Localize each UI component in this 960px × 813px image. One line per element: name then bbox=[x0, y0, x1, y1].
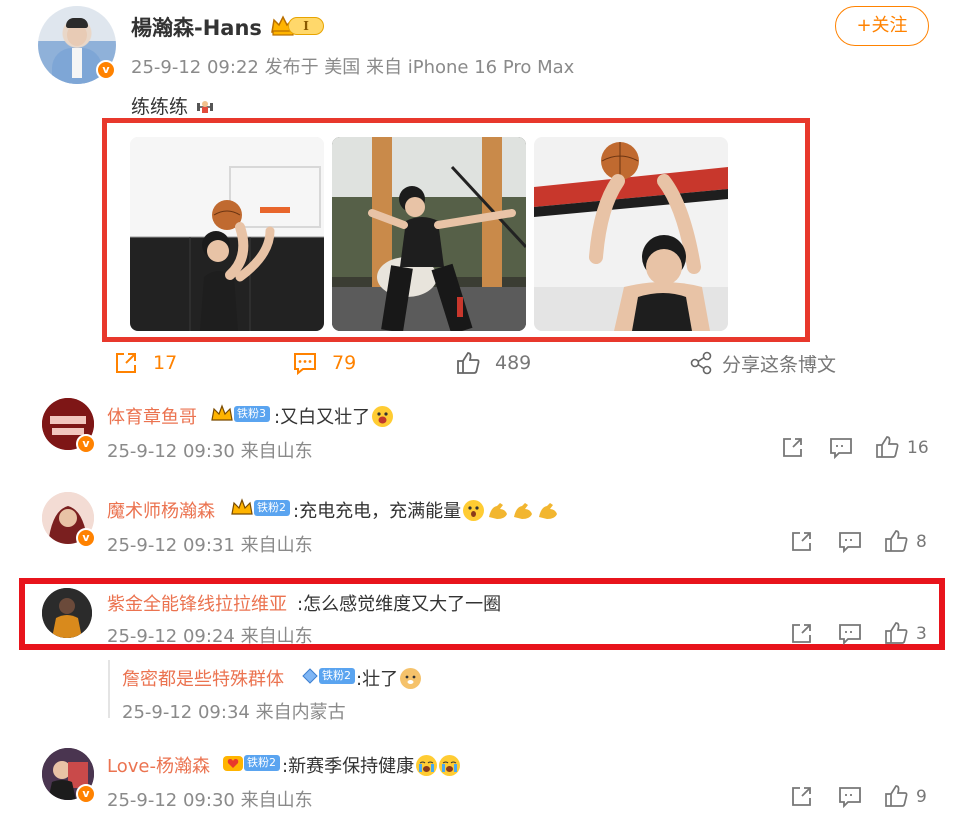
reply-text-content: :壮了 bbox=[356, 669, 399, 690]
avatar-photo-icon bbox=[42, 588, 92, 638]
repost-icon bbox=[116, 353, 136, 373]
thumbs-up-icon[interactable] bbox=[875, 435, 899, 459]
fan-badge: 铁粉2 bbox=[222, 754, 280, 772]
comment-icon bbox=[294, 353, 316, 376]
thumbs-up-icon bbox=[457, 352, 480, 374]
post-text-content: 练练练 bbox=[131, 96, 189, 118]
comment-username[interactable]: Love-杨瀚森 bbox=[107, 752, 210, 778]
love-badge-icon bbox=[223, 756, 243, 771]
comment-text: :充电充电，充满能量 bbox=[293, 497, 559, 523]
flexed-bicep-emoji-icon bbox=[514, 503, 533, 519]
diamond-icon bbox=[302, 668, 318, 684]
fan-level-label: 铁粉3 bbox=[234, 406, 270, 422]
fan-badge: 铁粉2 bbox=[230, 498, 290, 517]
comment-like-count: 16 bbox=[907, 438, 929, 458]
level-number: I bbox=[288, 17, 324, 35]
comment-text: :又白又壮了 bbox=[274, 403, 394, 429]
doge-emoji-icon bbox=[400, 668, 422, 689]
comment-meta: 25-9-12 09:31 来自山东 bbox=[107, 535, 313, 556]
comment-username[interactable]: 紫金全能锋线拉拉维亚 bbox=[107, 590, 287, 616]
flexed-bicep-emoji-icon bbox=[539, 503, 558, 519]
repost-icon[interactable] bbox=[790, 784, 814, 808]
repost-icon[interactable] bbox=[790, 621, 814, 645]
reply-text: :壮了 bbox=[356, 665, 422, 691]
comment-icon[interactable] bbox=[838, 529, 862, 553]
image-gallery bbox=[130, 137, 728, 331]
like-count: 489 bbox=[495, 352, 532, 374]
photo-gym-stretch[interactable] bbox=[332, 137, 526, 331]
repost-button[interactable]: 17 bbox=[113, 348, 177, 378]
comment-text: :怎么感觉维度又大了一圈 bbox=[297, 594, 502, 615]
comment-like-count: 8 bbox=[916, 532, 927, 552]
fan-badge: 铁粉2 bbox=[302, 667, 355, 685]
verified-badge-icon: v bbox=[76, 528, 96, 548]
author-name[interactable]: 楊瀚森-Hans bbox=[131, 12, 262, 42]
comment-like-count: 9 bbox=[916, 787, 927, 807]
comment-meta: 25-9-12 09:30 来自山东 bbox=[107, 790, 313, 811]
verified-badge-icon: v bbox=[76, 784, 96, 804]
crown-icon bbox=[231, 498, 253, 515]
member-level-badge[interactable]: I bbox=[270, 14, 326, 38]
awe-face-emoji-icon bbox=[463, 500, 485, 521]
post-text: 练练练 bbox=[131, 92, 214, 119]
share-button[interactable]: 分享这条博文 bbox=[690, 348, 836, 378]
comment-icon[interactable] bbox=[829, 435, 853, 459]
dumbbell-emoji-icon bbox=[197, 101, 214, 113]
verified-badge-icon: v bbox=[76, 434, 96, 454]
crying-face-emoji-icon bbox=[439, 755, 461, 776]
crown-icon bbox=[211, 404, 233, 421]
photo-ball-overhead[interactable] bbox=[534, 137, 728, 331]
share-label: 分享这条博文 bbox=[722, 353, 837, 376]
photo-shooting-practice[interactable] bbox=[130, 137, 324, 331]
crying-face-emoji-icon bbox=[416, 755, 438, 776]
comment-text-content: :新赛季保持健康 bbox=[282, 756, 415, 777]
reply-username[interactable]: 詹密都是些特殊群体 bbox=[122, 665, 284, 691]
repost-count: 17 bbox=[153, 352, 178, 374]
comment-like-count: 3 bbox=[916, 624, 927, 644]
like-button[interactable]: 489 bbox=[455, 348, 531, 378]
shocked-face-emoji-icon bbox=[372, 406, 394, 427]
comment-button[interactable]: 79 bbox=[292, 348, 356, 378]
comment-text: :新赛季保持健康 bbox=[282, 752, 461, 778]
repost-icon[interactable] bbox=[781, 435, 805, 459]
verified-badge-icon: v bbox=[96, 60, 116, 80]
comment-username[interactable]: 魔术师杨瀚森 bbox=[107, 497, 215, 523]
thumbs-up-icon[interactable] bbox=[884, 621, 908, 645]
comment-count: 79 bbox=[332, 352, 357, 374]
comment-text-content: :充电充电，充满能量 bbox=[293, 501, 462, 522]
fan-badge: 铁粉3 bbox=[210, 404, 270, 423]
comment-avatar[interactable] bbox=[42, 588, 92, 638]
follow-button[interactable]: +关注 bbox=[835, 6, 929, 46]
flexed-bicep-emoji-icon bbox=[489, 503, 508, 519]
share-icon bbox=[690, 351, 712, 375]
post-meta: 25-9-12 09:22 发布于 美国 来自 iPhone 16 Pro Ma… bbox=[131, 57, 575, 78]
fan-level-label: 铁粉2 bbox=[319, 668, 355, 684]
comment-meta: 25-9-12 09:30 来自山东 bbox=[107, 441, 313, 462]
comment-icon[interactable] bbox=[838, 784, 862, 808]
thumbs-up-icon[interactable] bbox=[884, 784, 908, 808]
comment-text-content: :又白又壮了 bbox=[274, 407, 371, 428]
comment-meta: 25-9-12 09:24 来自山东 bbox=[107, 626, 313, 647]
comment-username[interactable]: 体育章鱼哥 bbox=[107, 403, 197, 429]
repost-icon[interactable] bbox=[790, 529, 814, 553]
fan-level-label: 铁粉2 bbox=[254, 500, 290, 516]
comment-icon[interactable] bbox=[838, 621, 862, 645]
reply-thread-line bbox=[108, 660, 110, 718]
fan-level-label: 铁粉2 bbox=[244, 755, 280, 771]
reply-meta: 25-9-12 09:34 来自内蒙古 bbox=[122, 702, 346, 723]
thumbs-up-icon[interactable] bbox=[884, 529, 908, 553]
